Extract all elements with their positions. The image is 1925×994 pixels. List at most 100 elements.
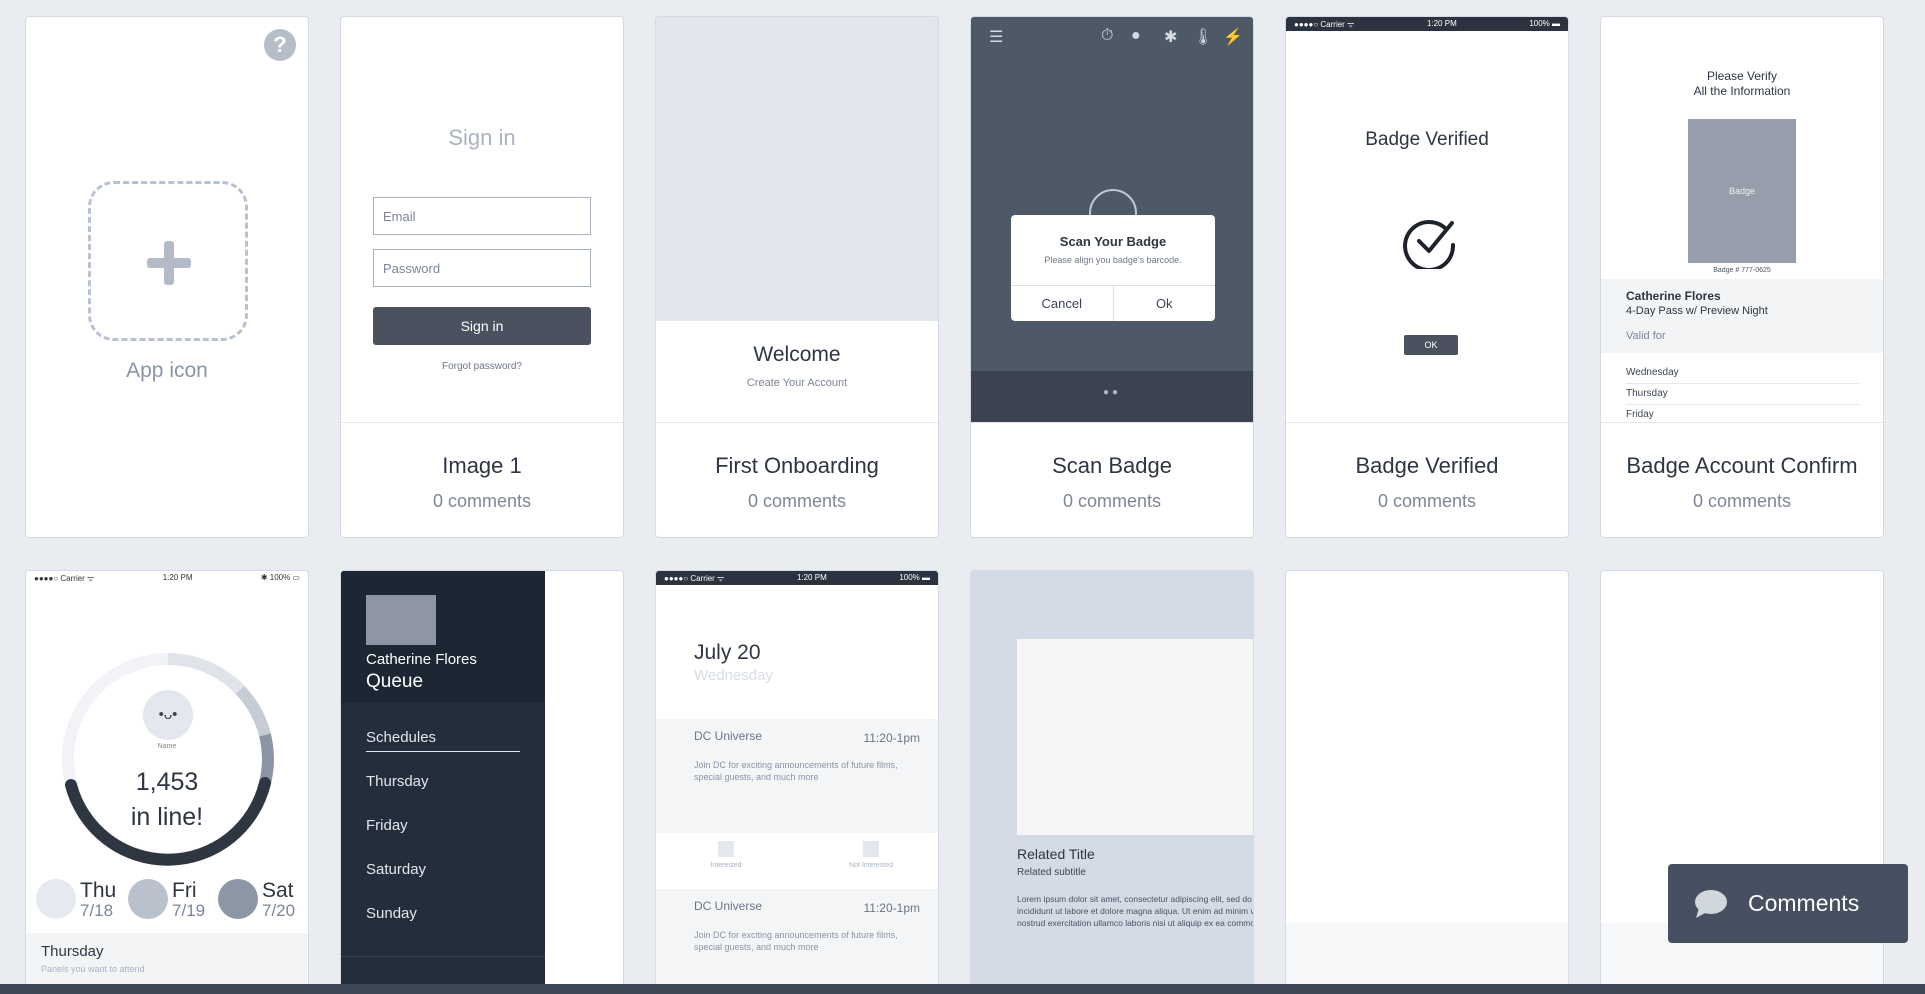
card-title[interactable]: Badge Verified	[1286, 453, 1568, 479]
related-subtitle: Related subtitle	[1017, 867, 1086, 878]
verified-heading: Badge Verified	[1365, 129, 1489, 150]
related-title: Related Title	[1017, 846, 1095, 862]
day-name: Fri	[172, 879, 197, 902]
card-comments-count[interactable]: 0 comments	[1601, 491, 1883, 512]
battery-label: 100% ▬	[899, 573, 930, 582]
card-title[interactable]: First Onboarding	[656, 453, 938, 479]
card-comments-count[interactable]: 0 comments	[1286, 491, 1568, 512]
card-title[interactable]: Scan Badge	[971, 453, 1253, 479]
day-date: 7/18	[80, 901, 114, 920]
divider	[1626, 404, 1860, 405]
card-comments-count[interactable]: 0 comments	[971, 491, 1253, 512]
verify-heading: Please Verify All the Information	[1601, 69, 1883, 99]
event-time: 11:20-1pm	[863, 901, 920, 915]
signin-button: Sign in	[373, 307, 591, 345]
screen-thumbnail[interactable]: ●●●●○ Carrier ᯤ 1:20 PM 100% ▬ Badge Ver…	[1286, 17, 1568, 423]
badge-info: Catherine Flores 4-Day Pass w/ Preview N…	[1601, 279, 1883, 353]
queue-count-suffix: in line!	[130, 803, 204, 831]
card-app-icon[interactable]: ? App icon	[25, 16, 309, 538]
queue-name-label: Name	[157, 743, 177, 750]
queue-progress-ring	[62, 653, 274, 866]
day-date: 7/20	[262, 901, 296, 920]
password-field: Password	[373, 249, 591, 287]
card-badge-verified[interactable]: ●●●●○ Carrier ᯤ 1:20 PM 100% ▬ Badge Ver…	[1285, 16, 1569, 538]
avatar	[366, 595, 436, 645]
app-icon-label: App icon	[126, 359, 208, 382]
check-circle-icon	[1403, 219, 1456, 269]
temperature-icon: 🌡	[1193, 29, 1214, 46]
side-drawer: Catherine Flores Queue Schedules Thursda…	[341, 571, 545, 994]
card-title[interactable]: Image 1	[341, 453, 623, 479]
not-interested-icon	[863, 841, 879, 857]
carrier-label: ●●●●○ Carrier ᯤ	[1294, 20, 1355, 29]
card-scan-badge[interactable]: ☰ ⏱ ● ✱ 🌡 ⚡ ●● Scan Your Badge Please al…	[970, 16, 1254, 538]
badge-number: Badge # 777-0625	[1713, 267, 1771, 274]
dialog-buttons: Cancel Ok	[1011, 285, 1215, 321]
welcome-heading: Welcome	[753, 343, 841, 366]
screen-thumbnail[interactable]: ☰ ⏱ ● ✱ 🌡 ⚡ ●● Scan Your Badge Please al…	[971, 17, 1253, 423]
battery-label: 100% ▬	[1529, 19, 1560, 28]
screen-thumbnail[interactable]: Please Verify All the Information Badge …	[1601, 17, 1883, 423]
related-image-placeholder	[1017, 639, 1253, 835]
card-footer: Image 1 0 comments	[341, 423, 623, 537]
card-blank-1[interactable]	[1285, 570, 1569, 994]
queue-footer-subtitle: Panels you want to attend	[41, 964, 145, 974]
drawer-header: Catherine Flores Queue	[341, 571, 545, 703]
card-schedule[interactable]: ●●●●○ Carrier ᯤ 1:20 PM 100% ▬ July 20 W…	[655, 570, 939, 994]
day-dot	[36, 879, 76, 919]
drawer-item-sunday: Sunday	[366, 905, 417, 922]
scan-dialog: Scan Your Badge Please align you badge's…	[1011, 215, 1215, 321]
status-bar: ●●●●○ Carrier ᯤ 1:20 PM 100% ▬	[656, 571, 938, 585]
verify-line-2: All the Information	[1693, 84, 1791, 98]
card-comments-count[interactable]: 0 comments	[341, 491, 623, 512]
card-footer: Badge Verified 0 comments	[1286, 423, 1568, 537]
dialog-subtitle: Please align you badge's barcode.	[1044, 255, 1182, 265]
clock-label: 1:20 PM	[162, 573, 193, 582]
hdr-icon: ●	[1131, 27, 1141, 44]
ok-button: Ok	[1155, 296, 1173, 311]
comments-button[interactable]: Comments	[1668, 864, 1908, 943]
interested-icon	[718, 841, 734, 857]
day-name: Sat	[262, 879, 294, 902]
carrier-label: ●●●●○ Carrier ᯤ	[34, 574, 95, 583]
card-comments-count[interactable]: 0 comments	[656, 491, 938, 512]
drawer-item-schedules: Schedules	[366, 729, 437, 746]
clock-label: 1:20 PM	[1426, 19, 1457, 28]
dialog-title: Scan Your Badge	[1059, 234, 1167, 249]
card-queue[interactable]: ●●●●○ Carrier ᯤ 1:20 PM ✱ 100% ▭ •ᴗ• Nam…	[25, 570, 309, 994]
card-first-onboarding[interactable]: Welcome Create Your Account First Onboar…	[655, 16, 939, 538]
verify-line-1: Please Verify	[1706, 69, 1778, 83]
menu-icon: ☰	[989, 29, 1004, 46]
related-body: Lorem ipsum dolor sit amet, consectetur …	[1017, 894, 1254, 928]
drawer-queue: Queue	[366, 671, 424, 692]
queue-count: 1,453 in line!	[26, 765, 308, 835]
user-name: Catherine Flores	[366, 651, 477, 668]
card-related[interactable]: Related Title Related subtitle Lorem ips…	[970, 570, 1254, 994]
day-dot	[128, 879, 168, 919]
screen-thumbnail[interactable]: Welcome Create Your Account	[656, 17, 938, 423]
card-badge-account-confirm[interactable]: Please Verify All the Information Badge …	[1600, 16, 1884, 538]
help-icon[interactable]: ?	[264, 29, 296, 61]
card-drawer[interactable]: Catherine Flores Queue Schedules Thursda…	[340, 570, 624, 994]
event-title: DC Universe	[694, 899, 763, 913]
speech-bubble-icon	[1695, 890, 1727, 918]
app-icon-dropzone[interactable]	[88, 181, 248, 341]
flash-icon: ⚡	[1223, 29, 1243, 46]
timer-icon: ⏱	[1101, 27, 1114, 44]
interested-label: Interested	[710, 862, 742, 869]
schedule-weekday: Wednesday	[694, 667, 773, 684]
day-name: Thu	[80, 879, 117, 902]
plus-icon-vertical	[164, 241, 174, 285]
attendee-name: Catherine Flores	[1626, 289, 1721, 303]
card-footer: First Onboarding 0 comments	[656, 423, 938, 537]
card-image-1[interactable]: Sign in Email Password Sign in Forgot pa…	[340, 16, 624, 538]
drawer-item-saturday: Saturday	[366, 861, 427, 878]
day-dot	[218, 879, 258, 919]
onboarding-image-placeholder	[656, 17, 938, 321]
event-description: Join DC for exciting announcements of fu…	[694, 930, 898, 952]
screen-thumbnail[interactable]: Sign in Email Password Sign in Forgot pa…	[341, 17, 623, 423]
queue-count-number: 1,453	[135, 768, 199, 796]
interested-button: Interested	[696, 841, 756, 869]
card-title[interactable]: Badge Account Confirm	[1601, 453, 1883, 479]
signin-heading: Sign in	[448, 125, 516, 150]
